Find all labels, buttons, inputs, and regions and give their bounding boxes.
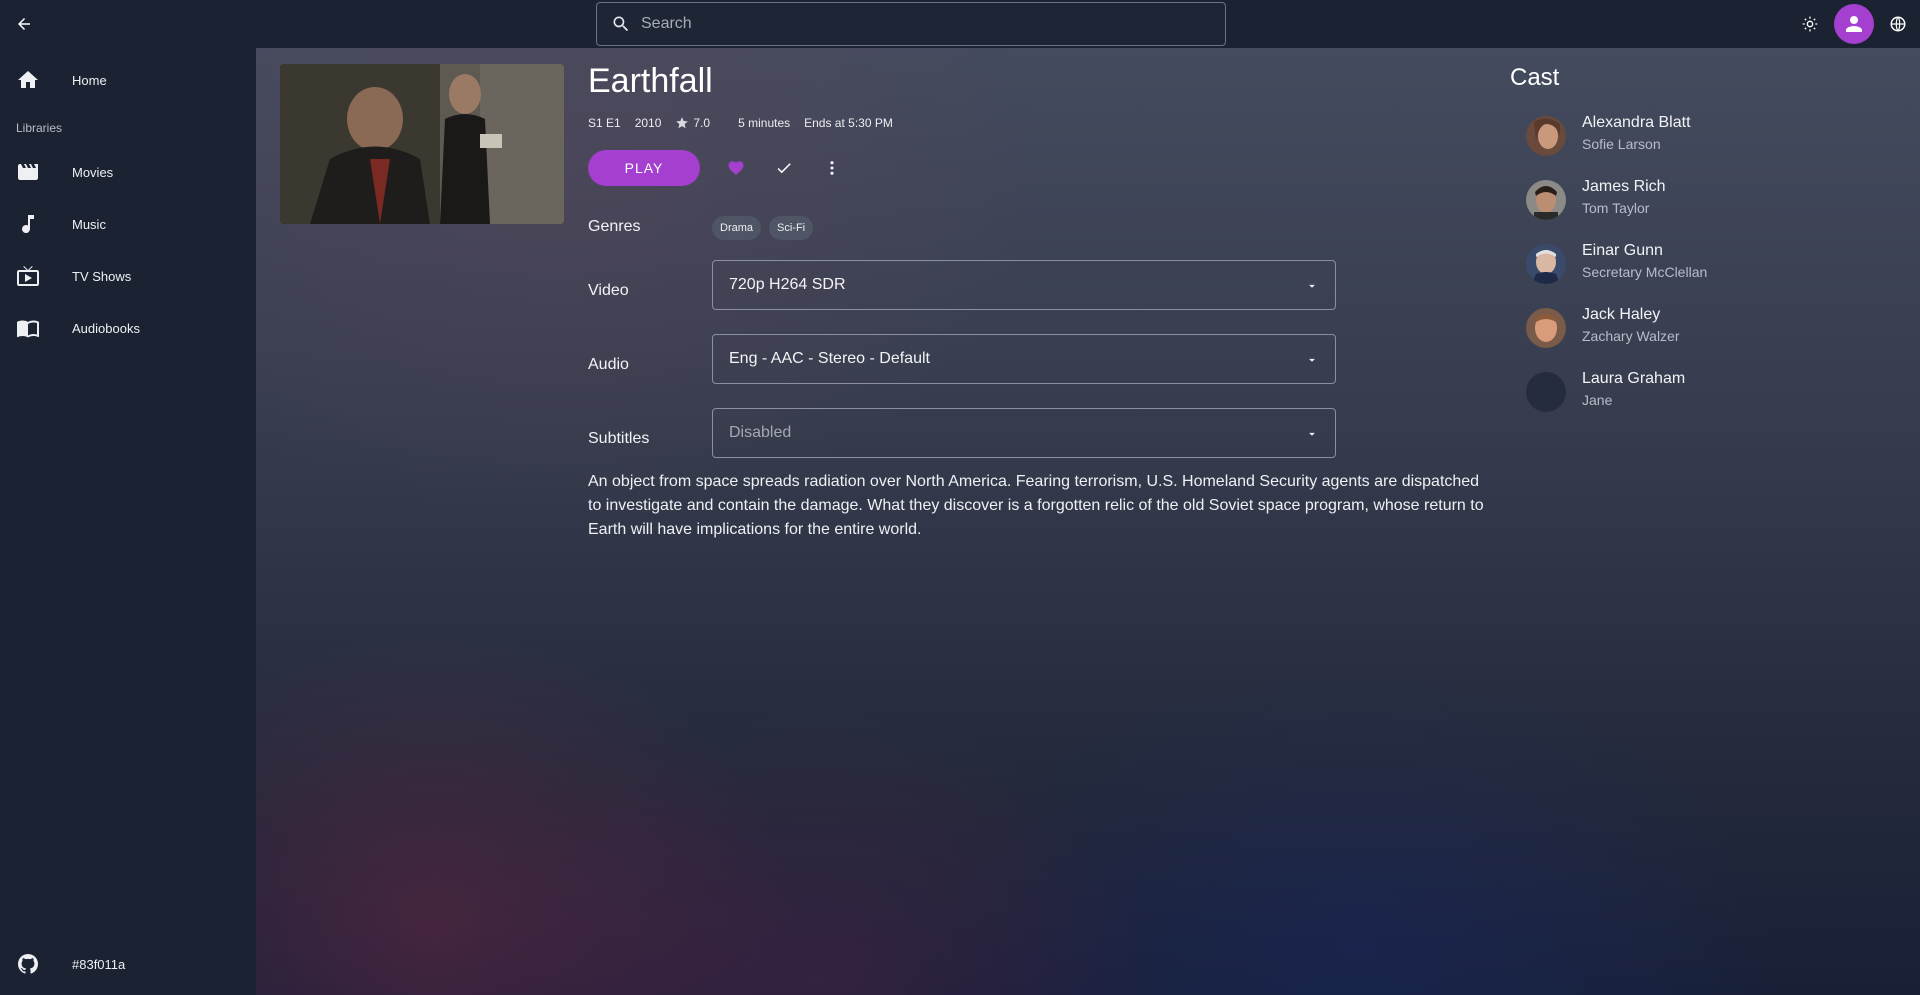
sidebar-item-label: Audiobooks	[72, 320, 140, 336]
sidebar-item-label: Movies	[72, 164, 114, 180]
cast-role: Jane	[1582, 392, 1613, 408]
item-metadata: S1 E1 2010 7.0 5 minutes Ends at 5:30 PM	[588, 116, 907, 130]
search-field[interactable]	[596, 2, 1226, 46]
favorite-button[interactable]	[712, 150, 760, 186]
search-icon	[613, 16, 629, 32]
language-button[interactable]	[1878, 4, 1918, 44]
cast-avatar	[1526, 116, 1566, 156]
heart-icon	[728, 161, 744, 176]
sidebar-item-movies[interactable]: Movies	[0, 148, 256, 196]
book-icon	[17, 320, 39, 338]
navigation-drawer: Home Libraries Movies Music TV Shows Aud…	[0, 48, 256, 995]
subtitles-select[interactable]: Disabled	[712, 408, 1336, 458]
sidebar-item-label: Music	[72, 216, 106, 232]
chevron-down-icon	[1309, 284, 1315, 288]
episode-thumbnail-image	[280, 64, 564, 224]
audio-select-value: Eng - AAC - Stereo - Default	[729, 350, 930, 367]
video-label: Video	[588, 282, 629, 299]
sidebar-item-tv-shows[interactable]: TV Shows	[0, 252, 256, 300]
star-icon	[676, 117, 689, 129]
video-select[interactable]: 720p H264 SDR	[712, 260, 1336, 310]
cast-avatar-placeholder	[1526, 372, 1566, 412]
genre-chip[interactable]: Sci-Fi	[769, 216, 814, 240]
cast-member[interactable]: Jack Haley Zachary Walzer	[1526, 304, 1906, 352]
cast-member[interactable]: Laura Graham Jane	[1526, 368, 1906, 416]
chevron-down-icon	[1309, 358, 1315, 362]
more-options-button[interactable]	[808, 150, 856, 186]
episode-number: S1 E1	[588, 116, 621, 130]
back-button[interactable]	[6, 6, 42, 42]
mark-played-button[interactable]	[760, 150, 808, 186]
globe-icon	[1890, 16, 1906, 32]
community-rating: 7.0	[675, 116, 724, 130]
sidebar-item-music[interactable]: Music	[0, 200, 256, 248]
release-year: 2010	[634, 116, 662, 130]
music-note-icon	[22, 215, 34, 234]
movie-icon	[18, 164, 38, 180]
runtime: 5 minutes	[738, 116, 791, 130]
version-label: #83f011a	[72, 956, 126, 972]
cast-avatar	[1526, 180, 1566, 220]
theme-toggle-button[interactable]	[1790, 4, 1830, 44]
user-avatar-button[interactable]	[1834, 4, 1874, 44]
more-vertical-icon	[830, 161, 834, 175]
chevron-down-icon	[1309, 432, 1315, 436]
item-actions: PLAY	[588, 150, 856, 186]
genre-chips: Drama Sci-Fi	[712, 216, 821, 240]
search-input[interactable]	[641, 15, 1201, 33]
home-icon	[18, 71, 38, 88]
tv-icon	[17, 266, 39, 286]
item-overview: An object from space spreads radiation o…	[588, 473, 1484, 538]
sidebar-item-label: TV Shows	[72, 268, 132, 284]
cast-member[interactable]: James Rich Tom Taylor	[1526, 176, 1906, 224]
cast-role: Sofie Larson	[1582, 136, 1661, 152]
cast-name: Alexandra Blatt	[1582, 114, 1691, 131]
arrow-left-icon	[18, 18, 30, 30]
cast-role: Zachary Walzer	[1582, 328, 1680, 344]
video-select-value: 720p H264 SDR	[729, 276, 846, 293]
cast-avatar	[1526, 308, 1566, 348]
ends-at: Ends at 5:30 PM	[804, 116, 893, 130]
libraries-heading: Libraries	[16, 121, 63, 135]
subtitles-label: Subtitles	[588, 430, 650, 447]
cast-name: Jack Haley	[1582, 306, 1661, 323]
play-button[interactable]: PLAY	[588, 150, 700, 186]
cast-avatar	[1526, 244, 1566, 284]
sidebar-item-version[interactable]: #83f011a	[0, 940, 256, 988]
sidebar-item-label: Home	[72, 72, 107, 88]
check-icon	[777, 163, 791, 174]
top-app-bar	[0, 0, 1920, 48]
cast-member[interactable]: Einar Gunn Secretary McClellan	[1526, 240, 1906, 288]
audio-select[interactable]: Eng - AAC - Stereo - Default	[712, 334, 1336, 384]
audio-label: Audio	[588, 356, 629, 373]
cast-member[interactable]: Alexandra Blatt Sofie Larson	[1526, 112, 1906, 160]
rating-value: 7.0	[693, 116, 711, 130]
cast-role: Tom Taylor	[1582, 200, 1650, 216]
cast-name: Laura Graham	[1582, 370, 1686, 387]
cast-heading: Cast	[1510, 64, 1560, 91]
episode-thumbnail[interactable]	[280, 64, 564, 224]
sidebar-item-audiobooks[interactable]: Audiobooks	[0, 304, 256, 352]
subtitles-select-value: Disabled	[729, 424, 792, 441]
genres-label: Genres	[588, 218, 641, 235]
item-details-page: Earthfall S1 E1 2010 7.0 5 minutes Ends …	[256, 48, 1920, 995]
sidebar-item-home[interactable]: Home	[0, 56, 256, 104]
github-icon	[18, 954, 38, 974]
genre-chip[interactable]: Drama	[712, 216, 762, 240]
cast-role: Secretary McClellan	[1582, 264, 1708, 280]
account-icon	[1846, 16, 1862, 32]
cast-name: James Rich	[1582, 178, 1666, 195]
cast-name: Einar Gunn	[1582, 242, 1663, 259]
item-title: Earthfall	[588, 62, 713, 100]
brightness-icon	[1802, 16, 1818, 32]
